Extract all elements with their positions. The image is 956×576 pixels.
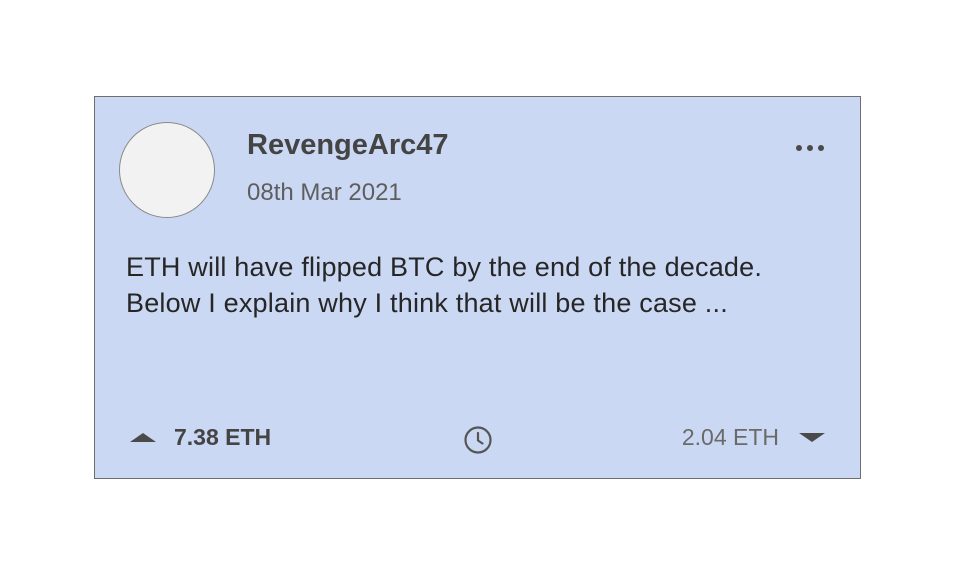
more-options-button[interactable]	[793, 133, 833, 163]
post-date: 08th Mar 2021	[247, 179, 402, 206]
post-body: ETH will have flipped BTC by the end of …	[126, 252, 763, 318]
post-author[interactable]: RevengeArc47	[247, 129, 449, 162]
triangle-down-icon	[799, 433, 825, 442]
more-horizontal-icon	[796, 145, 824, 151]
triangle-up-icon	[130, 433, 156, 442]
clock-icon	[463, 425, 493, 455]
avatar[interactable]	[119, 122, 215, 218]
upvote-button[interactable]: 7.38 ETH	[129, 419, 271, 455]
upvote-amount: 7.38 ETH	[174, 423, 272, 450]
post-card: RevengeArc47 08th Mar 2021 ETH will have…	[94, 96, 861, 479]
downvote-amount: 2.04 ETH	[681, 423, 779, 450]
downvote-button[interactable]: 2.04 ETH	[682, 419, 826, 455]
